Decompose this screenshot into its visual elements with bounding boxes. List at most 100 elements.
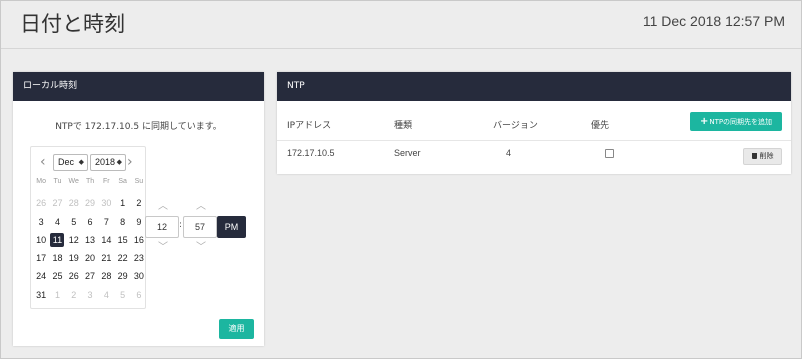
calendar-day-number: 26 <box>68 271 79 282</box>
calendar-day[interactable]: 6 <box>131 286 147 304</box>
calendar-day-number: 4 <box>54 216 60 227</box>
add-ntp-server-button[interactable]: +NTPの同期先を追加 <box>690 112 782 131</box>
select-caret-icon: ◆ <box>78 159 84 166</box>
calendar-day[interactable]: 28 <box>66 194 82 212</box>
calendar-day-number: 29 <box>85 198 96 209</box>
hour-input[interactable]: 12 <box>145 216 179 238</box>
calendar-day[interactable]: 31 <box>33 286 49 304</box>
calendar-day[interactable]: 18 <box>49 249 65 267</box>
calendar-day[interactable]: 12 <box>66 231 82 249</box>
calendar-day-number: 21 <box>101 253 112 264</box>
calendar-day[interactable]: 5 <box>114 286 130 304</box>
calendar-day-number: 18 <box>52 253 63 264</box>
minute-down-chevron-icon[interactable]: ﹀ <box>195 243 207 253</box>
month-select-value: Dec <box>58 157 75 167</box>
calendar-day[interactable]: 15 <box>114 231 130 249</box>
calendar-day[interactable]: 6 <box>82 213 98 231</box>
calendar-day-number: 6 <box>136 289 142 300</box>
calendar-day-number: 12 <box>68 234 79 245</box>
calendar-day[interactable]: 3 <box>33 213 49 231</box>
weekday-label: Th <box>85 178 95 185</box>
weekday-label: We <box>68 178 79 185</box>
month-select[interactable]: Dec ◆ <box>53 154 88 171</box>
column-header-preferred: 優先 <box>591 121 610 131</box>
calendar-day-selected[interactable]: 11 <box>49 231 65 249</box>
ampm-toggle-button[interactable]: PM <box>217 216 246 238</box>
weekday-label: Su <box>134 178 144 185</box>
calendar-grid: Mo Tu We Th Fr Sa Su 26 27 28 29 30 1 2 3 4 5 6 7 8 9 10 11 12 1… <box>33 176 147 304</box>
trash-icon <box>751 153 757 159</box>
calendar-day[interactable]: 27 <box>82 267 98 285</box>
calendar-day-number: 9 <box>136 216 142 227</box>
calendar-day-number: 11 <box>50 232 65 247</box>
calendar-day-number: 27 <box>52 198 63 209</box>
ntp-sync-status: NTPで 172.17.10.5 に同期しています。 <box>55 122 222 132</box>
calendar-day-number: 30 <box>133 271 144 282</box>
calendar-day-number: 1 <box>54 289 60 300</box>
calendar-day-number: 16 <box>133 234 144 245</box>
cell-type: Server <box>394 148 421 158</box>
apply-button[interactable]: 適用 <box>219 319 254 339</box>
delete-button[interactable]: 削除 <box>743 148 782 165</box>
calendar-day[interactable]: 8 <box>114 213 130 231</box>
chevron-left-icon[interactable]: ‹ <box>40 153 46 171</box>
calendar-day-number: 25 <box>52 271 63 282</box>
calendar-day-number: 7 <box>103 216 109 227</box>
calendar-day[interactable]: 5 <box>66 213 82 231</box>
calendar-day[interactable]: 29 <box>114 267 130 285</box>
hour-down-chevron-icon[interactable]: ﹀ <box>157 243 169 253</box>
preferred-checkbox[interactable] <box>605 149 614 158</box>
ntp-panel-title: NTP <box>277 72 791 101</box>
column-header-ip: IPアドレス <box>287 121 332 131</box>
calendar-day[interactable]: 27 <box>49 194 65 212</box>
calendar-day-number: 17 <box>36 253 47 264</box>
calendar-day[interactable]: 20 <box>82 249 98 267</box>
calendar-day-number: 24 <box>36 271 47 282</box>
calendar-day[interactable]: 1 <box>114 194 130 212</box>
calendar-day[interactable]: 1 <box>49 286 65 304</box>
calendar-day[interactable]: 4 <box>49 213 65 231</box>
calendar-day[interactable]: 3 <box>82 286 98 304</box>
calendar-day-number: 22 <box>117 253 128 264</box>
calendar-day-number: 2 <box>136 198 142 209</box>
year-select[interactable]: 2018 ◆ <box>90 154 126 171</box>
calendar-day-number: 15 <box>117 234 128 245</box>
local-time-panel: ローカル時刻 NTPで 172.17.10.5 に同期しています。 ‹ Dec … <box>13 72 264 346</box>
calendar-day[interactable]: 24 <box>33 267 49 285</box>
calendar-day[interactable]: 30 <box>98 194 114 212</box>
hour-up-chevron-icon[interactable]: ︿ <box>157 202 169 212</box>
calendar-day[interactable]: 26 <box>33 194 49 212</box>
calendar-day-number: 5 <box>120 289 126 300</box>
minute-up-chevron-icon[interactable]: ︿ <box>195 202 207 212</box>
calendar-day[interactable]: 2 <box>66 286 82 304</box>
calendar-day[interactable]: 30 <box>131 267 147 285</box>
minute-input[interactable]: 57 <box>183 216 217 238</box>
calendar-day[interactable]: 29 <box>82 194 98 212</box>
calendar-day[interactable]: 28 <box>98 267 114 285</box>
calendar-day[interactable]: 22 <box>114 249 130 267</box>
calendar-day[interactable]: 10 <box>33 231 49 249</box>
calendar-nav: ‹ Dec ◆ 2018 ◆ › <box>31 153 147 171</box>
calendar-day[interactable]: 25 <box>49 267 65 285</box>
calendar-day[interactable]: 7 <box>98 213 114 231</box>
local-time-panel-title: ローカル時刻 <box>13 72 264 101</box>
cell-ip: 172.17.10.5 <box>287 148 335 158</box>
calendar-day-number: 6 <box>87 216 93 227</box>
calendar-day[interactable]: 2 <box>131 194 147 212</box>
calendar-day[interactable]: 26 <box>66 267 82 285</box>
calendar-day[interactable]: 14 <box>98 231 114 249</box>
calendar-day[interactable]: 17 <box>33 249 49 267</box>
page-title: 日付と時刻 <box>20 12 125 36</box>
table-header-divider <box>277 140 791 141</box>
column-header-version: バージョン <box>493 121 538 131</box>
add-ntp-server-label: NTPの同期先を追加 <box>709 118 773 126</box>
calendar-day-number: 23 <box>133 253 144 264</box>
calendar-day-number: 20 <box>85 253 96 264</box>
calendar-day-number: 19 <box>68 253 79 264</box>
chevron-right-icon[interactable]: › <box>127 153 133 171</box>
calendar-day[interactable]: 23 <box>131 249 147 267</box>
calendar-day[interactable]: 4 <box>98 286 114 304</box>
calendar-day[interactable]: 13 <box>82 231 98 249</box>
calendar-day[interactable]: 21 <box>98 249 114 267</box>
calendar-day[interactable]: 19 <box>66 249 82 267</box>
